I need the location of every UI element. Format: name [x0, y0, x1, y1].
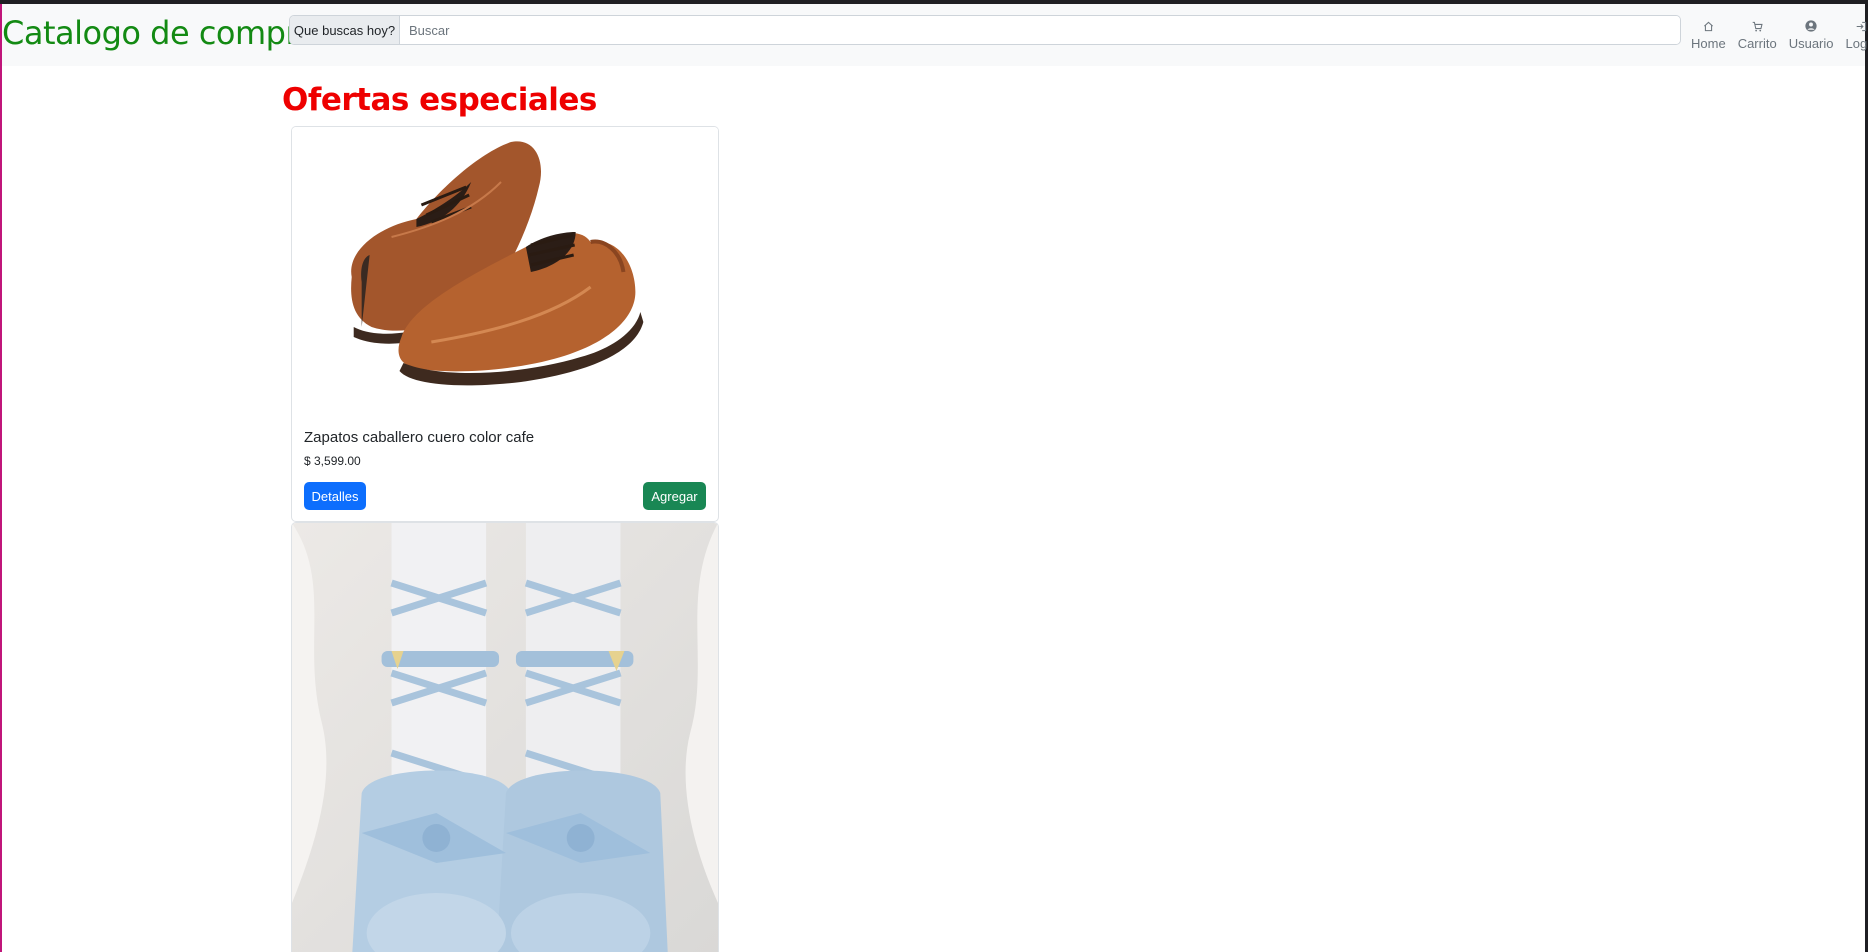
cart-icon [1752, 18, 1763, 34]
search-group: Que buscas hoy? [289, 15, 1681, 45]
user-circle-icon [1805, 18, 1817, 34]
nav-link-usuario-label: Usuario [1788, 36, 1834, 51]
details-button[interactable]: Detalles [304, 482, 366, 510]
product-price: $ 3,599.00 [304, 454, 361, 468]
window-left-border [0, 4, 2, 952]
add-to-cart-button[interactable]: Agregar [643, 482, 706, 510]
nav-link-home[interactable]: Home [1685, 18, 1732, 51]
search-input[interactable] [400, 16, 1680, 44]
product-card [291, 522, 719, 952]
nav-link-home-label: Home [1691, 36, 1726, 51]
nav-links: Home Carrito Usuario Login [1685, 18, 1868, 51]
nav-link-login[interactable]: Login [1840, 18, 1868, 51]
nav-link-carrito[interactable]: Carrito [1732, 18, 1783, 51]
product-card: Zapatos caballero cuero color cafe $ 3,5… [291, 126, 719, 522]
page-title: Ofertas especiales [282, 82, 597, 118]
navbar: Catalogo de compra Que buscas hoy? Home … [2, 4, 1868, 66]
product-name: Zapatos caballero cuero color cafe [304, 429, 535, 446]
house-icon [1703, 18, 1714, 34]
product-image-blue-heels[interactable] [292, 523, 718, 952]
search-prefix-label: Que buscas hoy? [290, 16, 400, 44]
brand-title[interactable]: Catalogo de compra [2, 14, 318, 52]
login-icon [1856, 18, 1867, 34]
nav-link-usuario[interactable]: Usuario [1783, 18, 1840, 51]
nav-link-login-label: Login [1845, 36, 1868, 51]
nav-link-carrito-label: Carrito [1737, 36, 1777, 51]
product-image-brown-shoes[interactable] [292, 127, 718, 422]
